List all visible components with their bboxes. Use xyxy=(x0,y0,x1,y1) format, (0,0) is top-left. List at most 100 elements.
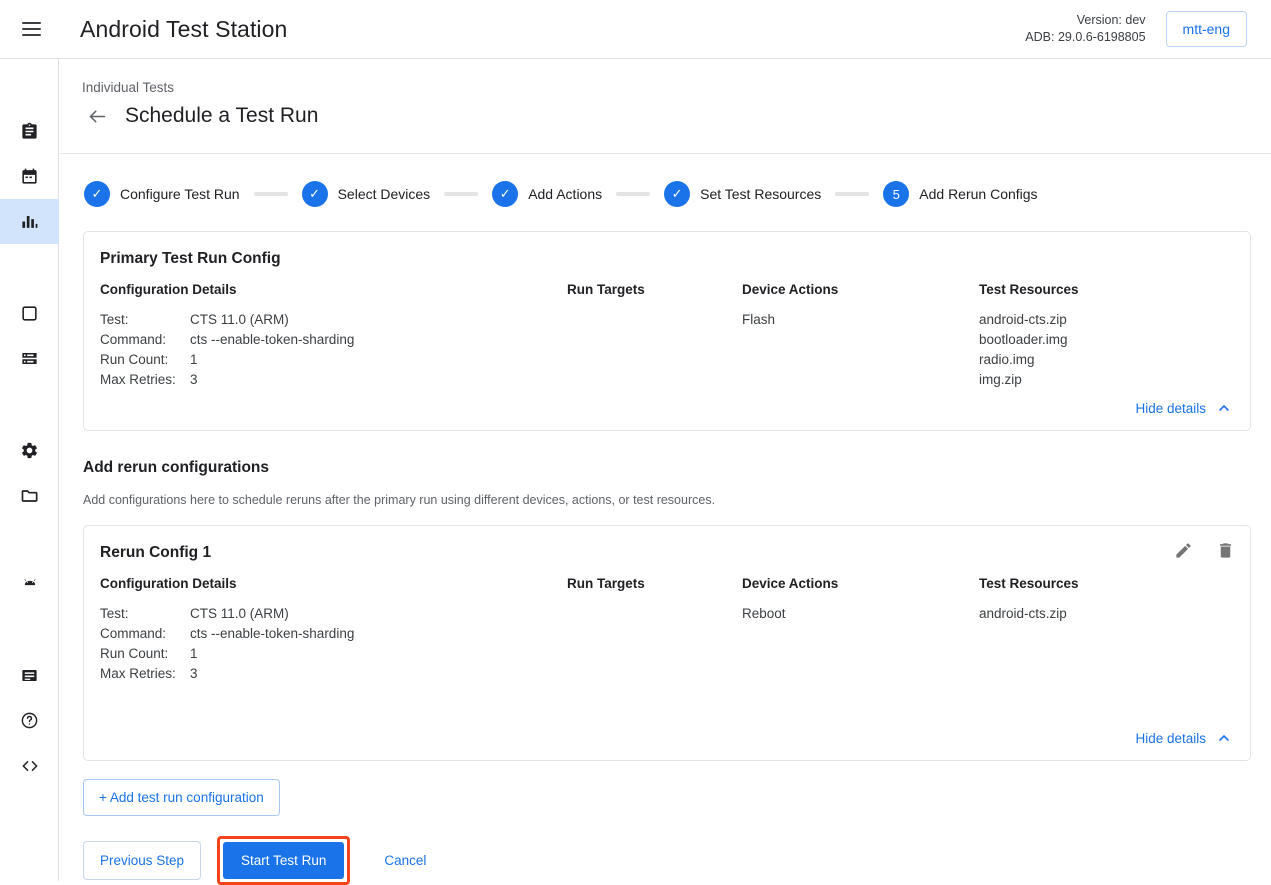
app-title: Android Test Station xyxy=(80,16,287,43)
config-detail-key: Command: xyxy=(100,624,190,644)
step-label: Select Devices xyxy=(338,186,431,202)
primary-device-actions-column: Device Actions Flash xyxy=(742,282,979,390)
test-resource-item: radio.img xyxy=(979,350,1234,370)
column-header-device-actions: Device Actions xyxy=(742,576,979,591)
primary-hide-details-button[interactable]: Hide details xyxy=(1135,400,1232,416)
page-header: Individual Tests Schedule a Test Run xyxy=(60,59,1271,154)
test-resource-item: img.zip xyxy=(979,370,1234,390)
page-title-row: Schedule a Test Run xyxy=(82,101,318,131)
stepper: ✓ Configure Test Run ✓ Select Devices ✓ … xyxy=(60,155,1271,207)
config-detail-value: 1 xyxy=(190,644,198,664)
column-header-configuration-details: Configuration Details xyxy=(100,576,567,591)
rerun-config-title: Rerun Config 1 xyxy=(84,526,1250,562)
previous-step-button[interactable]: Previous Step xyxy=(83,841,201,880)
sidebar-item-hosts[interactable] xyxy=(0,336,59,381)
primary-config-body: Configuration Details Test: CTS 11.0 (AR… xyxy=(84,268,1250,400)
device-action-item: Reboot xyxy=(742,604,979,624)
test-resource-item: android-cts.zip xyxy=(979,310,1234,330)
sidebar-item-devices[interactable] xyxy=(0,291,59,336)
column-header-test-resources: Test Resources xyxy=(979,576,1234,591)
add-test-run-configuration-button[interactable]: + Add test run configuration xyxy=(83,779,280,816)
tablet-icon xyxy=(20,304,39,323)
breadcrumb[interactable]: Individual Tests xyxy=(82,80,174,95)
rerun-config-actions xyxy=(1170,537,1238,563)
sidebar-divider-4 xyxy=(0,608,58,653)
clipboard-icon xyxy=(20,122,39,141)
config-detail-row: Test: CTS 11.0 (ARM) xyxy=(100,604,567,624)
notes-icon xyxy=(20,666,39,685)
arrow-left-icon[interactable] xyxy=(82,101,112,131)
sidebar-item-notes[interactable] xyxy=(0,653,59,698)
start-test-run-button[interactable]: Start Test Run xyxy=(223,842,344,879)
sidebar-item-test-runs[interactable] xyxy=(0,154,59,199)
sidebar-item-settings[interactable] xyxy=(0,428,59,473)
rerun-config-footer: Hide details xyxy=(84,694,1250,760)
config-detail-row: Command: cts --enable-token-sharding xyxy=(100,624,567,644)
wizard-actions-row: Previous Step Start Test Run Cancel xyxy=(60,836,1271,885)
rerun-config-card: Rerun Config 1 Configuration Details Tes… xyxy=(83,525,1251,761)
step-set-test-resources[interactable]: ✓ Set Test Resources xyxy=(664,181,821,207)
step-add-rerun-configs[interactable]: 5 Add Rerun Configs xyxy=(883,181,1037,207)
config-detail-row: Max Retries: 3 xyxy=(100,664,567,684)
top-app-bar: Android Test Station Version: dev ADB: 2… xyxy=(0,0,1271,59)
step-add-actions[interactable]: ✓ Add Actions xyxy=(492,181,602,207)
sidebar-divider-3 xyxy=(0,518,58,563)
account-button[interactable]: mtt-eng xyxy=(1166,11,1247,47)
step-connector xyxy=(616,192,650,196)
step-marker: ✓ xyxy=(84,181,110,207)
rerun-device-actions-column: Device Actions Reboot xyxy=(742,576,979,684)
topbar-right-group: Version: dev ADB: 29.0.6-6198805 mtt-eng xyxy=(1025,11,1271,47)
chevron-up-icon xyxy=(1216,400,1232,416)
config-detail-key: Test: xyxy=(100,604,190,624)
start-test-run-highlight: Start Test Run xyxy=(217,836,350,885)
bar-chart-icon xyxy=(20,212,39,231)
chevron-up-icon xyxy=(1216,730,1232,746)
primary-run-targets-column: Run Targets xyxy=(567,282,742,390)
config-detail-key: Run Count: xyxy=(100,350,190,370)
config-detail-value: CTS 11.0 (ARM) xyxy=(190,310,289,330)
step-marker: ✓ xyxy=(492,181,518,207)
step-marker: ✓ xyxy=(664,181,690,207)
hide-details-label: Hide details xyxy=(1135,731,1206,746)
primary-test-run-config-card: Primary Test Run Config Configuration De… xyxy=(83,231,1251,431)
config-detail-value: cts --enable-token-sharding xyxy=(190,330,354,350)
step-configure-test-run[interactable]: ✓ Configure Test Run xyxy=(84,181,240,207)
config-detail-key: Command: xyxy=(100,330,190,350)
sidebar-item-test-results[interactable] xyxy=(0,199,59,244)
sidebar-item-test-suites[interactable] xyxy=(0,109,59,154)
hamburger-menu-icon[interactable] xyxy=(7,5,55,53)
column-header-run-targets: Run Targets xyxy=(567,576,742,591)
step-label: Add Rerun Configs xyxy=(919,186,1037,202)
sidebar-item-file-browser[interactable] xyxy=(0,473,59,518)
sidebar-item-help[interactable] xyxy=(0,698,59,743)
sidebar-divider-1 xyxy=(0,244,58,291)
step-label: Set Test Resources xyxy=(700,186,821,202)
step-connector xyxy=(835,192,869,196)
rerun-run-targets-column: Run Targets xyxy=(567,576,742,684)
step-select-devices[interactable]: ✓ Select Devices xyxy=(302,181,431,207)
code-brackets-icon xyxy=(20,756,40,776)
cancel-button[interactable]: Cancel xyxy=(378,842,432,879)
trash-delete-icon[interactable] xyxy=(1212,537,1238,563)
rerun-hide-details-button[interactable]: Hide details xyxy=(1135,730,1232,746)
config-detail-row: Run Count: 1 xyxy=(100,350,567,370)
primary-test-resources-column: Test Resources android-cts.zip bootloade… xyxy=(979,282,1234,390)
rerun-config-body: Configuration Details Test: CTS 11.0 (AR… xyxy=(84,562,1250,694)
rerun-section-title: Add rerun configurations xyxy=(60,431,1271,477)
calendar-icon xyxy=(20,167,39,186)
sidebar-item-android-build[interactable] xyxy=(0,563,59,608)
config-detail-key: Run Count: xyxy=(100,644,190,664)
add-config-row: + Add test run configuration xyxy=(60,779,1271,816)
config-detail-row: Command: cts --enable-token-sharding xyxy=(100,330,567,350)
pencil-edit-icon[interactable] xyxy=(1170,537,1196,563)
config-detail-key: Max Retries: xyxy=(100,370,190,390)
primary-configuration-details-column: Configuration Details Test: CTS 11.0 (AR… xyxy=(100,282,567,390)
config-detail-key: Max Retries: xyxy=(100,664,190,684)
sidebar-item-developer[interactable] xyxy=(0,743,59,788)
config-detail-row: Max Retries: 3 xyxy=(100,370,567,390)
primary-config-title: Primary Test Run Config xyxy=(84,232,1250,268)
config-detail-value: 3 xyxy=(190,664,198,684)
primary-config-footer: Hide details xyxy=(84,400,1250,430)
sidebar-nav xyxy=(0,59,59,881)
rerun-section-description: Add configurations here to schedule reru… xyxy=(60,477,1271,525)
